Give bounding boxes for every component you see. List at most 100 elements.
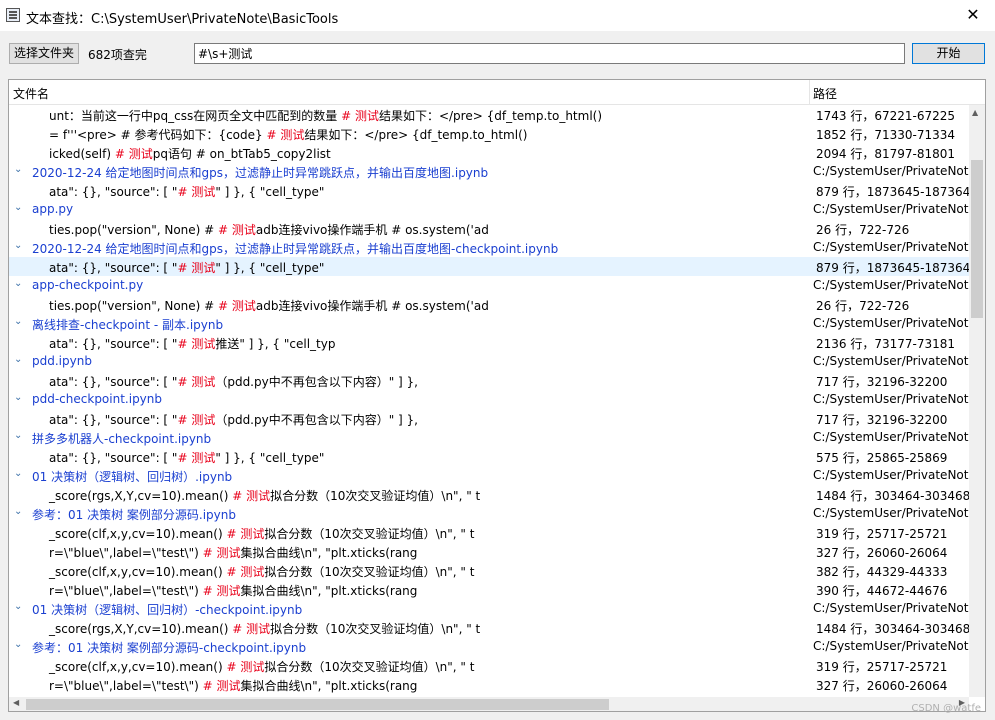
snippet-text: " ] }, { "cell_type" (215, 185, 325, 199)
watermark: CSDN @watfe (911, 703, 981, 714)
match-row[interactable]: ata": {}, "source": [ "# 测试（pdd.py中不再包含以… (9, 371, 969, 390)
choose-folder-button[interactable]: 选择文件夹 (9, 43, 79, 64)
file-path: C:/SystemUser/PrivateNote (813, 392, 969, 406)
expand-chevron-icon[interactable]: ⌄ (14, 468, 26, 479)
expand-chevron-icon[interactable]: ⌄ (14, 164, 26, 175)
snippet-text: 集拟合曲线\n", "plt.xticks(rang (240, 546, 418, 560)
match-snippet: ata": {}, "source": [ "# 测试（pdd.py中不再包含以… (49, 411, 418, 428)
match-row[interactable]: _score(rgs,X,Y,cv=10).mean() # 测试拟合分数（10… (9, 618, 969, 637)
snippet-text: ata": {}, "source": [ " (49, 451, 178, 465)
match-row[interactable]: icked(self) # 测试pq语句 # on_btTab5_copy2li… (9, 143, 969, 162)
match-row[interactable]: ata": {}, "source": [ "# 测试" ] }, { "cel… (9, 257, 969, 276)
file-path: C:/SystemUser/PrivateNote (813, 316, 969, 330)
match-row[interactable]: r=\"blue\",label=\"test\") # 测试集拟合曲线\n",… (9, 542, 969, 561)
file-row[interactable]: ⌄ pdd.ipynb C:/SystemUser/PrivateNote (9, 352, 969, 371)
match-highlight: # 测试 (114, 147, 153, 161)
scroll-up-icon[interactable]: ▲ (972, 108, 978, 117)
column-divider[interactable] (809, 80, 810, 104)
window-title: 文本查找：C:\SystemUser\PrivateNote\BasicTool… (26, 12, 339, 27)
start-button[interactable]: 开始 (912, 43, 985, 64)
results-tree[interactable]: 文件名 路径 unt：当前这一行中pq_css在网页全文中匹配到的数量 # 测试… (8, 79, 986, 712)
match-snippet: ata": {}, "source": [ "# 测试" ] }, { "cel… (49, 183, 324, 200)
snippet-text: 拟合分数（10次交叉验证均值）\n", " t (270, 622, 481, 636)
match-row[interactable]: ties.pop("version", None) # # 测试adb连接viv… (9, 219, 969, 238)
file-path: C:/SystemUser/PrivateNote (813, 164, 969, 178)
expand-chevron-icon[interactable]: ⌄ (14, 392, 26, 403)
match-location: 26 行，722-726 (816, 223, 910, 237)
match-snippet: = f'''<pre> # 参考代码如下：{code} # 测试结果如下：</p… (49, 126, 527, 143)
column-header-filename[interactable]: 文件名 (13, 85, 49, 102)
file-row[interactable]: ⌄ 拼多多机器人-checkpoint.ipynb C:/SystemUser/Pr… (9, 428, 969, 447)
match-snippet: ties.pop("version", None) # # 测试adb连接viv… (49, 297, 489, 314)
match-row[interactable]: _score(rgs,X,Y,cv=10).mean() # 测试拟合分数（10… (9, 485, 969, 504)
expand-chevron-icon[interactable]: ⌄ (14, 639, 26, 650)
match-highlight: # 测试 (202, 584, 241, 598)
file-row[interactable]: ⌄ 2020-12-24 给定地图时间点和gps，过滤静止时异常跳跃点，并输出百度… (9, 238, 969, 257)
match-location: 390 行，44672-44676 (816, 584, 948, 598)
match-snippet: r=\"blue\",label=\"test\") # 测试集拟合曲线\n",… (49, 677, 417, 694)
file-row[interactable]: ⌄ 2020-12-24 给定地图时间点和gps，过滤静止时异常跳跃点，并输出百度… (9, 162, 969, 181)
file-row[interactable]: ⌄ pdd-checkpoint.ipynb C:/SystemUser/Priva… (9, 390, 969, 409)
match-row[interactable]: ata": {}, "source": [ "# 测试推送" ] }, { "c… (9, 333, 969, 352)
match-location: 327 行，26060-26064 (816, 546, 948, 560)
match-location: 717 行，32196-32200 (816, 375, 948, 389)
horizontal-scroll-thumb[interactable] (26, 699, 609, 710)
match-row[interactable]: ata": {}, "source": [ "# 测试" ] }, { "cel… (9, 447, 969, 466)
match-highlight: # 测试 (177, 413, 216, 427)
close-button[interactable]: ✕ (951, 0, 995, 31)
match-row[interactable]: ata": {}, "source": [ "# 测试" ] }, { "cel… (9, 181, 969, 200)
file-name: 参考：01 决策树 案例部分源码.ipynb (32, 508, 236, 522)
snippet-text: " ] }, { "cell_type" (215, 261, 325, 275)
snippet-text: ata": {}, "source": [ " (49, 413, 178, 427)
file-name: 拼多多机器人-checkpoint.ipynb (32, 432, 212, 446)
file-row[interactable]: ⌄ 参考：01 决策树 案例部分源码.ipynb C:/SystemUser/Pri… (9, 504, 969, 523)
match-highlight: # 测试 (226, 565, 265, 579)
file-row[interactable]: ⌄ app-checkpoint.py C:/SystemUser/PrivateN… (9, 276, 969, 295)
snippet-text: _score(clf,x,y,cv=10).mean() (49, 660, 227, 674)
snippet-text: ties.pop("version", None) # (49, 223, 219, 237)
file-path: C:/SystemUser/PrivateNote (813, 430, 969, 444)
snippet-text: _score(clf,x,y,cv=10).mean() (49, 527, 227, 541)
file-row[interactable]: ⌄ 离线排查-checkpoint - 副本.ipynb C:/SystemUser… (9, 314, 969, 333)
scroll-left-icon[interactable]: ◀ (13, 698, 19, 707)
match-row[interactable]: ties.pop("version", None) # # 测试adb连接viv… (9, 295, 969, 314)
match-row[interactable]: ata": {}, "source": [ "# 测试（pdd.py中不再包含以… (9, 409, 969, 428)
column-header-path[interactable]: 路径 (813, 85, 837, 102)
expand-chevron-icon[interactable]: ⌄ (14, 430, 26, 441)
file-row[interactable]: ⌄ 01 决策树（逻辑树、回归树）.ipynb C:/SystemUser/Priv… (9, 466, 969, 485)
match-row[interactable]: unt：当前这一行中pq_css在网页全文中匹配到的数量 # 测试结果如下：</… (9, 105, 969, 124)
match-row[interactable]: _score(clf,x,y,cv=10).mean() # 测试拟合分数（10… (9, 561, 969, 580)
search-input[interactable] (194, 43, 905, 64)
vertical-scrollbar[interactable]: ▲ (969, 105, 985, 697)
match-snippet: r=\"blue\",label=\"test\") # 测试集拟合曲线\n",… (49, 544, 417, 561)
snippet-text: 结果如下：</pre> {df_temp.to_html() (378, 109, 603, 123)
expand-chevron-icon[interactable]: ⌄ (14, 506, 26, 517)
file-name: 离线排查-checkpoint - 副本.ipynb (32, 318, 224, 332)
snippet-text: 集拟合曲线\n", "plt.xticks(rang (240, 584, 418, 598)
expand-chevron-icon[interactable]: ⌄ (14, 601, 26, 612)
file-row[interactable]: ⌄ app.py C:/SystemUser/PrivateNote (9, 200, 969, 219)
file-row[interactable]: ⌄ 参考：01 决策树 案例部分源码-checkpoint.ipynb C:/Sys… (9, 637, 969, 656)
match-location: 2136 行，73177-73181 (816, 337, 956, 351)
horizontal-scrollbar[interactable]: ◀ ▶ (9, 697, 969, 711)
file-name: 参考：01 决策树 案例部分源码-checkpoint.ipynb (32, 641, 307, 655)
file-row[interactable]: ⌄ 01 决策树（逻辑树、回归树）-checkpoint.ipynb C:/Syst… (9, 599, 969, 618)
match-row[interactable]: r=\"blue\",label=\"test\") # 测试集拟合曲线\n",… (9, 580, 969, 599)
match-row[interactable]: = f'''<pre> # 参考代码如下：{code} # 测试结果如下：</p… (9, 124, 969, 143)
match-row[interactable]: _score(clf,x,y,cv=10).mean() # 测试拟合分数（10… (9, 656, 969, 675)
expand-chevron-icon[interactable]: ⌄ (14, 316, 26, 327)
match-snippet: ata": {}, "source": [ "# 测试" ] }, { "cel… (49, 259, 324, 276)
match-highlight: # 测试 (226, 527, 265, 541)
expand-chevron-icon[interactable]: ⌄ (14, 354, 26, 365)
snippet-text: adb连接vivo操作端手机 # os.system('ad (255, 223, 489, 237)
match-highlight: # 测试 (177, 261, 216, 275)
snippet-text: （pdd.py中不再包含以下内容）" ] }, (215, 413, 418, 427)
snippet-text: _score(rgs,X,Y,cv=10).mean() (49, 489, 233, 503)
match-row[interactable]: _score(clf,x,y,cv=10).mean() # 测试拟合分数（10… (9, 523, 969, 542)
expand-chevron-icon[interactable]: ⌄ (14, 278, 26, 289)
expand-chevron-icon[interactable]: ⌄ (14, 240, 26, 251)
vertical-scroll-thumb[interactable] (971, 160, 983, 318)
snippet-text: 拟合分数（10次交叉验证均值）\n", " t (264, 565, 475, 579)
match-row[interactable]: r=\"blue\",label=\"test\") # 测试集拟合曲线\n",… (9, 675, 969, 694)
expand-chevron-icon[interactable]: ⌄ (14, 202, 26, 213)
